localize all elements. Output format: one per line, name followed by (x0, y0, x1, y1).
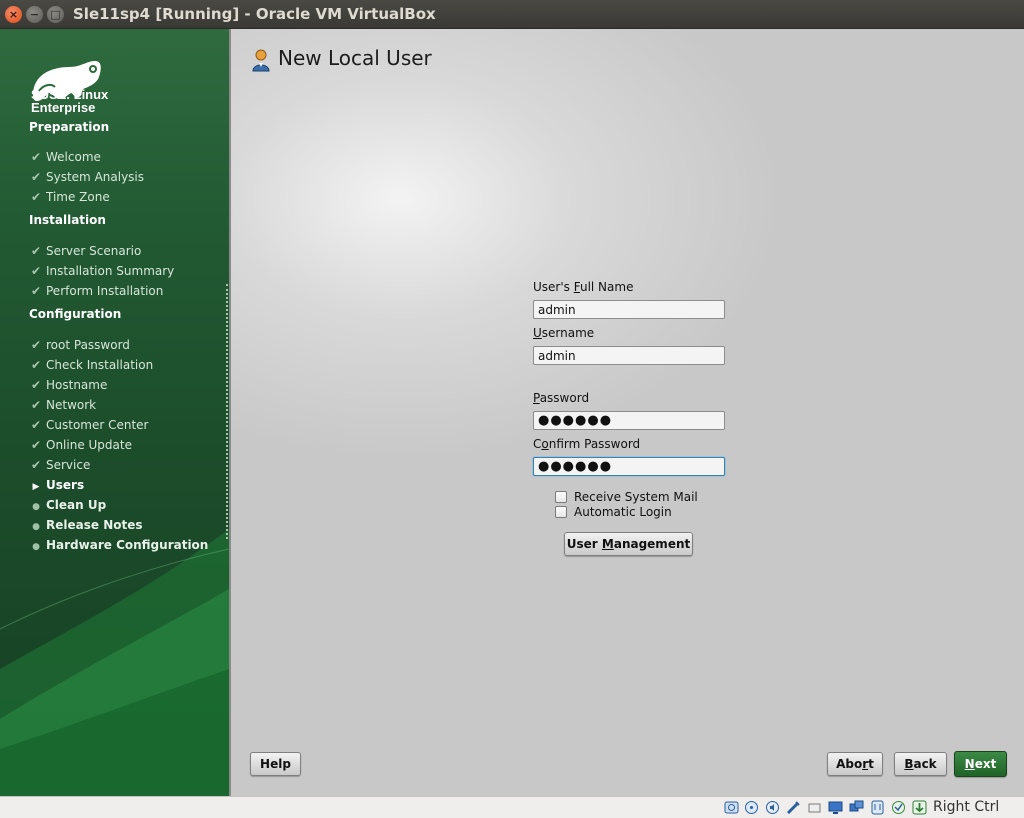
full-name-label: User's Full Name (533, 280, 634, 294)
checkmark-icon: ✔ (30, 244, 42, 258)
step-label: Users (46, 478, 85, 492)
user-icon (252, 49, 270, 72)
step-label: Welcome (46, 150, 101, 164)
step-label: System Analysis (46, 170, 145, 184)
full-name-input[interactable] (533, 300, 725, 319)
step-hardware-configuration: ● Hardware Configuration (26, 536, 226, 554)
sidebar-dotted-divider (226, 284, 228, 539)
checkmark-icon: ✔ (30, 418, 42, 432)
step-hostname: ✔ Hostname (26, 376, 226, 394)
step-time-zone: ✔ Time Zone (26, 188, 226, 206)
username-input[interactable] (533, 346, 725, 365)
hard-disk-icon[interactable] (724, 800, 739, 815)
step-system-analysis: ✔ System Analysis (26, 168, 226, 186)
step-label: Hardware Configuration (46, 538, 209, 552)
shared-folder-icon[interactable] (828, 800, 843, 815)
checkmark-icon: ✔ (30, 170, 42, 184)
keyboard-capture-icon[interactable] (912, 800, 927, 815)
window-titlebar[interactable]: × − □ Sle11sp4 [Running] - Oracle VM Vir… (0, 0, 1024, 29)
step-check-installation: ✔ Check Installation (26, 356, 226, 374)
optical-drive-icon[interactable] (744, 800, 759, 815)
video-capture-icon[interactable] (870, 800, 885, 815)
step-label: Service (46, 458, 91, 472)
audio-icon[interactable] (765, 800, 780, 815)
step-label: Check Installation (46, 358, 154, 372)
step-server-scenario: ✔ Server Scenario (26, 242, 226, 260)
section-heading-configuration: Configuration (29, 307, 122, 321)
step-label: Customer Center (46, 418, 149, 432)
window-minimize-button[interactable]: − (26, 6, 43, 23)
step-label: root Password (46, 338, 130, 352)
checkmark-icon: ✔ (30, 358, 42, 372)
step-label: Perform Installation (46, 284, 164, 298)
current-step-arrow-icon: ▶ (32, 482, 40, 492)
step-users: ▶ Users (26, 476, 226, 494)
checkmark-icon: ✔ (30, 338, 42, 352)
vm-statusbar: Right Ctrl (0, 796, 1024, 818)
display-icon[interactable] (849, 800, 864, 815)
cpu-icon[interactable] (891, 800, 906, 815)
pending-bullet-icon: ● (32, 542, 40, 552)
abort-button[interactable]: Abort (827, 752, 883, 776)
step-release-notes: ● Release Notes (26, 516, 226, 534)
checkmark-icon: ✔ (30, 284, 42, 298)
user-management-button[interactable]: User Management (564, 532, 693, 556)
window-title: Sle11sp4 [Running] - Oracle VM VirtualBo… (73, 5, 436, 23)
step-network: ✔ Network (26, 396, 226, 414)
section-heading-installation: Installation (29, 213, 106, 227)
step-label: Release Notes (46, 518, 143, 532)
step-perform-installation: ✔ Perform Installation (26, 282, 226, 300)
confirm-password-input[interactable] (533, 457, 725, 476)
step-installation-summary: ✔ Installation Summary (26, 262, 226, 280)
step-welcome: ✔ Welcome (26, 148, 226, 166)
back-button[interactable]: Back (894, 752, 947, 776)
step-label: Installation Summary (46, 264, 175, 278)
window-close-button[interactable]: × (5, 6, 22, 23)
step-clean-up: ● Clean Up (26, 496, 226, 514)
step-customer-center: ✔ Customer Center (26, 416, 226, 434)
automatic-login-label[interactable]: Automatic Login (574, 505, 672, 519)
confirm-password-label: Confirm Password (533, 437, 641, 451)
checkmark-icon: ✔ (30, 190, 42, 204)
receive-system-mail-checkbox[interactable] (555, 491, 567, 503)
step-online-update: ✔ Online Update (26, 436, 226, 454)
step-label: Time Zone (46, 190, 110, 204)
window-maximize-button[interactable]: □ (47, 6, 64, 23)
step-label: Clean Up (46, 498, 107, 512)
pending-bullet-icon: ● (32, 502, 40, 512)
checkmark-icon: ✔ (30, 378, 42, 392)
automatic-login-checkbox[interactable] (555, 506, 567, 518)
network-icon[interactable] (786, 800, 801, 815)
username-label: Username (533, 326, 595, 340)
usb-icon[interactable] (807, 800, 822, 815)
step-label: Server Scenario (46, 244, 142, 258)
main-content-area: New Local User User's Full Name Username… (229, 29, 1024, 796)
installation-steps-sidebar: SUSE. Linux Enterprise Preparation ✔ Welco… (0, 29, 229, 796)
brand-name-line2: Enterprise (31, 100, 96, 115)
receive-system-mail-label[interactable]: Receive System Mail (574, 490, 698, 504)
step-label: Online Update (46, 438, 132, 452)
checkmark-icon: ✔ (30, 150, 42, 164)
password-input[interactable] (533, 411, 725, 430)
host-key-label: Right Ctrl (933, 799, 1000, 815)
checkmark-icon: ✔ (30, 438, 42, 452)
next-button[interactable]: Next (954, 751, 1007, 777)
step-root-password: ✔ root Password (26, 336, 226, 354)
checkmark-icon: ✔ (30, 398, 42, 412)
checkmark-icon: ✔ (30, 264, 42, 278)
page-title: New Local User (278, 46, 432, 70)
step-label: Network (46, 398, 97, 412)
pending-bullet-icon: ● (32, 522, 40, 532)
checkmark-icon: ✔ (30, 458, 42, 472)
step-label: Hostname (46, 378, 108, 392)
step-service: ✔ Service (26, 456, 226, 474)
section-heading-preparation: Preparation (29, 120, 110, 134)
help-button[interactable]: Help (250, 752, 301, 776)
password-label: Password (533, 391, 590, 405)
